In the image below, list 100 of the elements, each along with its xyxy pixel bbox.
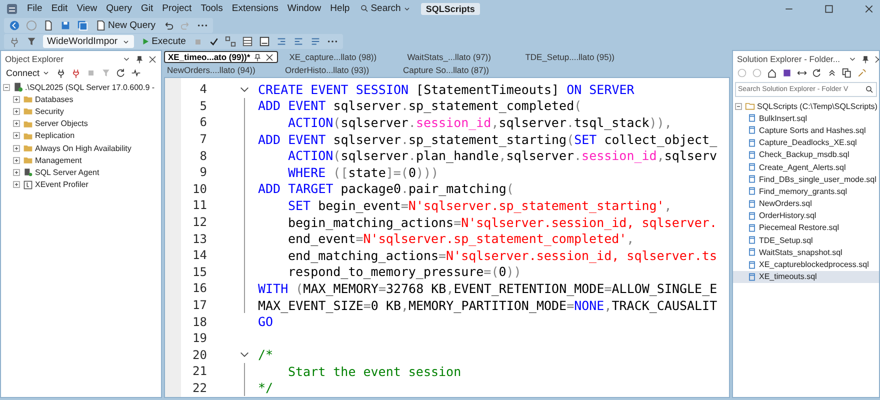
expand-icon[interactable] [12,106,21,116]
code-line: ADD EVENT sqlserver.sp_statement_starting(SET collect_object_ [257,132,718,147]
expand-icon[interactable] [12,180,21,190]
tree-item[interactable]: Replication [1,130,161,142]
refresh-icon[interactable] [812,68,822,78]
expand-icon[interactable] [12,131,21,140]
database-dropdown[interactable]: WideWorldImpor [43,35,134,48]
tree-item[interactable]: Check_Backup_msdb.sql [733,148,879,161]
editor-tab[interactable]: OrderHisto...llato (93)) [282,65,400,75]
menu-item[interactable]: Edit [51,3,68,14]
menu-item[interactable]: Tools [200,3,223,14]
tree-item[interactable]: XEvent Profiler [1,178,161,191]
expand-icon[interactable] [12,94,21,104]
line-number: 4 [198,82,207,96]
tree-item[interactable]: Piecemeal Restore.sql [733,222,879,234]
connect-button[interactable]: Connect [5,68,51,78]
line-number: 18 [192,314,207,329]
maximize-icon[interactable] [824,4,834,14]
menu-item[interactable]: Window [287,3,322,14]
disconnect-icon[interactable] [70,68,81,78]
code-line: WHERE ([state]=(0))) [287,164,439,180]
search-icon [865,85,874,94]
tree-item[interactable]: Create_Agent_Alerts.sql [733,160,879,174]
expand-icon[interactable] [12,168,21,177]
tree-item[interactable]: XE_timeouts.sql [733,270,879,283]
menu-item[interactable]: Project [162,3,192,14]
editor-tab[interactable]: Capture So...llato (87)) [400,65,518,75]
tree-item[interactable]: Capture Sorts and Hashes.sql [733,124,879,137]
menu-item[interactable]: File [27,3,42,14]
tree-item[interactable]: Find_memory_grants.sql [733,185,879,198]
undo-icon[interactable] [162,20,174,31]
tree-item[interactable]: TDE_Setup.sql [733,234,879,246]
pin-icon[interactable] [135,54,144,64]
editor-tab[interactable]: TDE_Setup....llato (95)) [522,52,640,62]
line-number: 14 [192,248,207,262]
code-line: begin_matching_actions=N'sqlserver.session_id, sqlserver. [287,214,717,230]
tree-item[interactable]: Find_DBs_single_user_mode.sql [733,173,879,186]
plug-icon[interactable] [56,68,66,78]
tree-item[interactable]: Security [1,105,161,118]
collapse-all-icon[interactable] [827,68,837,78]
check-icon[interactable] [208,36,219,46]
collapse-icon[interactable] [734,102,743,111]
close-icon[interactable] [864,4,874,14]
close-icon[interactable] [148,54,157,64]
copy-icon[interactable] [842,68,852,78]
collapse-icon[interactable] [2,82,11,92]
server-icon [13,82,23,92]
menu-item[interactable]: Git [140,3,154,14]
outdent-icon[interactable] [292,36,304,47]
tree-item[interactable]: SQLScripts (C:\Temp\SQLScripts) [733,100,879,112]
tree-item[interactable]: Management [1,154,161,166]
code-line: ADD EVENT sqlserver.sp_statement_completed( [257,98,582,114]
tree-item[interactable]: XE_captureblockedprocess.sql [733,258,879,271]
tree-item[interactable]: Capture_Deadlocks_XE.sql [733,136,879,149]
filter-icon[interactable] [26,36,37,47]
back-icon[interactable] [9,20,20,31]
execute-button[interactable]: Execute [140,36,187,47]
new-query-button[interactable]: New Query [94,20,157,31]
tree-item[interactable]: Databases [1,93,161,106]
tree-item[interactable]: Always On High Availability [1,142,161,154]
editor-tab[interactable]: XE_capture...llato (98)) [286,52,404,62]
expand-icon[interactable] [12,144,21,153]
menu-item[interactable]: Query [106,3,132,14]
tree-item[interactable]: .\SQL2025 (SQL Server 17.0.600.9 - [1,81,161,94]
tree-item[interactable]: NewOrders.sql [733,198,879,210]
sync-icon[interactable] [797,68,807,78]
new-file-icon[interactable] [43,20,54,31]
expand-icon[interactable] [12,119,21,128]
line-number: 12 [192,215,207,230]
database-file-icon [747,174,757,184]
save-all-icon[interactable] [77,20,88,31]
tree-item[interactable]: Server Objects [1,118,161,130]
panel-title: Solution Explorer - Folder... [737,54,840,64]
close-icon[interactable] [265,52,274,62]
menu-item[interactable]: Extensions [232,3,278,14]
tree-item[interactable]: OrderHistory.sql [733,210,879,222]
tree-item[interactable]: SQL Server Agent [1,166,161,178]
grid-icon[interactable] [242,36,253,47]
refresh-icon[interactable] [116,68,126,78]
code-line: MAX_EVENT_SIZE=0 KB,MEMORY_PARTITION_MODE=NONE,TRACK_CAUSALIT [257,298,718,313]
comment-icon[interactable] [310,36,321,47]
save-icon[interactable] [60,20,71,31]
expand-icon[interactable] [12,156,21,165]
home-icon[interactable] [767,68,777,78]
editor-tab[interactable]: WaitStats_...llato (97)) [404,52,522,62]
menu-item[interactable]: View [76,3,98,14]
text-results-icon[interactable] [258,36,270,47]
code-line: */ [257,380,274,396]
tree-item[interactable]: BulkInsert.sql [733,112,879,124]
activity-icon[interactable] [130,68,141,78]
editor-tab[interactable]: NewOrders....llato (94)) [164,65,282,75]
editor-tab[interactable]: XE_timeo...ato (99))* [164,51,278,63]
menu-item[interactable]: Help [330,3,350,14]
pin-icon[interactable] [253,52,262,62]
pin-icon[interactable] [861,54,870,64]
database-file-icon [747,210,757,221]
code-line: ACTION(sqlserver.plan_handle,sqlserver.session_id,sqlserv [287,148,718,164]
indent-icon[interactable] [276,36,287,47]
tree-item[interactable]: WaitStats_snapshot.sql [733,246,879,258]
search-menu[interactable]: Search [358,3,412,14]
